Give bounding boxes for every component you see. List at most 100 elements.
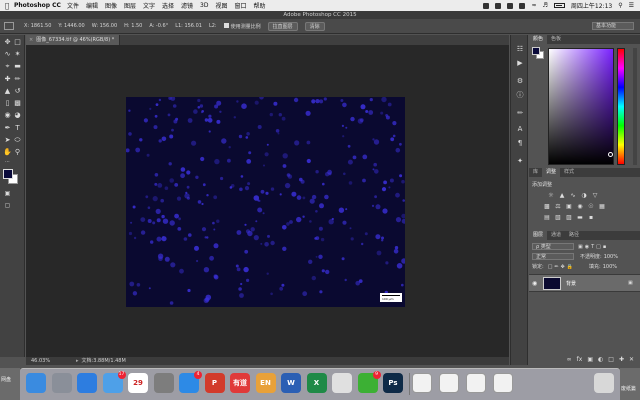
eye-icon[interactable]: ◉ xyxy=(532,280,537,287)
menu-edit[interactable]: 编辑 xyxy=(86,1,98,10)
dock-calendar-icon[interactable]: 29 xyxy=(128,373,148,393)
canvas-area[interactable]: 100 μm xyxy=(26,45,509,357)
quick-mask-icon[interactable]: ▣ xyxy=(3,189,12,198)
tool-presets-icon[interactable]: ✦ xyxy=(516,157,524,165)
clock[interactable]: 周四上午12:13 xyxy=(571,1,612,10)
adjustment-layer-icon[interactable]: ◐ xyxy=(598,356,603,363)
move-tool-icon[interactable]: ✥ xyxy=(3,38,12,47)
brush-tool-icon[interactable]: ✏ xyxy=(13,75,22,84)
wifi-icon[interactable]: ≈ xyxy=(531,2,536,9)
quick-select-tool-icon[interactable]: ✶ xyxy=(13,50,22,59)
menu-help[interactable]: 帮助 xyxy=(254,1,266,10)
brightness-icon[interactable]: ☼ xyxy=(547,192,555,199)
close-tab-icon[interactable]: × xyxy=(29,37,33,43)
status-icon[interactable] xyxy=(519,2,526,9)
panel-scrollbar[interactable] xyxy=(633,48,637,165)
menu-file[interactable]: 文件 xyxy=(67,1,79,10)
channel-mixer-icon[interactable]: ☉ xyxy=(587,203,595,210)
brush-presets-icon[interactable]: ✏ xyxy=(516,109,524,117)
minimized-window-thumbnail[interactable] xyxy=(493,373,513,393)
dock-wps-icon[interactable]: P xyxy=(204,373,225,393)
workspace-select[interactable]: 基本功能 xyxy=(592,22,634,30)
status-menu-icon[interactable]: ▸ xyxy=(76,357,79,365)
gradient-map-icon[interactable]: ▬ xyxy=(576,214,584,221)
menu-select[interactable]: 选择 xyxy=(162,1,174,10)
minimized-window-thumbnail[interactable] xyxy=(439,373,459,393)
blend-mode-select[interactable]: 正常 xyxy=(532,253,574,260)
fx-icon[interactable]: fx xyxy=(577,356,583,363)
layer-name[interactable]: 背景 xyxy=(566,280,576,287)
dock-youdao-icon[interactable]: 有道 xyxy=(230,373,250,393)
black-white-icon[interactable]: ▣ xyxy=(565,203,573,210)
dock-finder-icon[interactable] xyxy=(26,373,46,393)
clear-button[interactable]: 清除 xyxy=(304,21,325,31)
document-image[interactable]: 100 μm xyxy=(126,97,405,307)
invert-icon[interactable]: ▤ xyxy=(543,214,551,221)
tab-layers[interactable]: 图层 xyxy=(529,231,548,240)
checkbox-icon[interactable] xyxy=(223,22,229,28)
lasso-tool-icon[interactable]: ∿ xyxy=(3,50,12,59)
dock-excel-icon[interactable]: X xyxy=(306,373,327,393)
use-scale-checkbox[interactable]: 使用测量比例 xyxy=(223,22,261,30)
app-menu[interactable]: Photoshop CC xyxy=(14,2,61,9)
minimized-window-thumbnail[interactable] xyxy=(466,373,486,393)
menu-3d[interactable]: 3D xyxy=(200,2,208,9)
status-icon[interactable] xyxy=(483,2,490,9)
panel-foreground-swatch[interactable] xyxy=(532,47,540,55)
new-layer-icon[interactable]: ✚ xyxy=(619,356,624,363)
selective-color-icon[interactable]: ▪ xyxy=(587,214,595,221)
hue-saturation-icon[interactable]: ▩ xyxy=(543,203,551,210)
color-lookup-icon[interactable]: ▦ xyxy=(598,203,606,210)
menu-list-icon[interactable]: ☰ xyxy=(629,2,634,9)
history-brush-tool-icon[interactable]: ↺ xyxy=(13,87,22,96)
menu-filter[interactable]: 滤镜 xyxy=(181,1,193,10)
zoom-tool-icon[interactable]: ⚲ xyxy=(13,148,22,157)
tab-styles[interactable]: 样式 xyxy=(560,168,578,177)
trash-icon[interactable] xyxy=(594,373,614,393)
properties-icon[interactable]: ⚙ xyxy=(516,77,524,85)
minimized-window-thumbnail[interactable] xyxy=(412,373,432,393)
search-icon[interactable]: ⚲ xyxy=(618,2,622,9)
document-tab[interactable]: × 图像_67334.tif @ 46%(RGB/8) * xyxy=(26,35,120,45)
ruler-tool-icon[interactable] xyxy=(4,22,14,30)
more-tools-icon[interactable]: ⋯ xyxy=(3,158,12,167)
menu-type[interactable]: 文字 xyxy=(143,1,155,10)
foreground-color-swatch[interactable] xyxy=(3,169,13,179)
paragraph-icon[interactable]: ¶ xyxy=(516,139,524,147)
dock-safari-icon[interactable] xyxy=(77,373,97,393)
marquee-tool-icon[interactable]: □ xyxy=(13,38,22,47)
add-mask-icon[interactable]: ▣ xyxy=(587,356,593,363)
tab-paths[interactable]: 路径 xyxy=(565,231,583,240)
posterize-icon[interactable]: ▧ xyxy=(554,214,562,221)
dock-evernote-icon[interactable]: EN xyxy=(255,373,276,393)
dock-chrome-icon[interactable] xyxy=(332,373,352,393)
screen-mode-icon[interactable]: ▢ xyxy=(3,201,12,210)
vibrance-icon[interactable]: ▽ xyxy=(591,192,599,199)
color-balance-icon[interactable]: ⚖ xyxy=(554,203,562,210)
tab-channels[interactable]: 通道 xyxy=(547,231,565,240)
dock-system-preferences-icon[interactable] xyxy=(153,373,174,393)
menu-view[interactable]: 视图 xyxy=(215,1,227,10)
menu-layer[interactable]: 图层 xyxy=(124,1,136,10)
dock-wechat-icon[interactable]: 9 xyxy=(357,371,381,393)
clone-stamp-tool-icon[interactable]: ▲ xyxy=(3,87,12,96)
menu-image[interactable]: 图像 xyxy=(105,1,117,10)
actions-icon[interactable]: ▶ xyxy=(516,59,524,67)
tab-adjustments[interactable]: 调整 xyxy=(542,168,561,177)
status-icon[interactable] xyxy=(507,2,514,9)
menu-window[interactable]: 窗口 xyxy=(235,1,247,10)
curves-icon[interactable]: ∿ xyxy=(569,192,577,199)
layer-kind-filter[interactable]: ρ 类型 xyxy=(532,243,574,250)
battery-icon[interactable] xyxy=(553,3,565,8)
blur-tool-icon[interactable]: ◉ xyxy=(3,111,12,120)
dock-photoshop-icon[interactable]: Ps xyxy=(383,373,403,393)
type-tool-icon[interactable]: T xyxy=(13,124,22,133)
layer-row-background[interactable]: ◉ 背景 ▣ xyxy=(529,274,640,292)
tab-libraries[interactable]: 库 xyxy=(529,168,542,177)
exposure-icon[interactable]: ◑ xyxy=(580,192,588,199)
lock-icons[interactable]: □✏✥🔒 xyxy=(548,264,575,270)
color-picker-field[interactable] xyxy=(548,48,614,165)
zoom-level[interactable]: 46.03% xyxy=(31,357,76,365)
dock-launchpad-icon[interactable] xyxy=(51,373,72,393)
shape-tool-icon[interactable]: ⬭ xyxy=(13,136,22,145)
